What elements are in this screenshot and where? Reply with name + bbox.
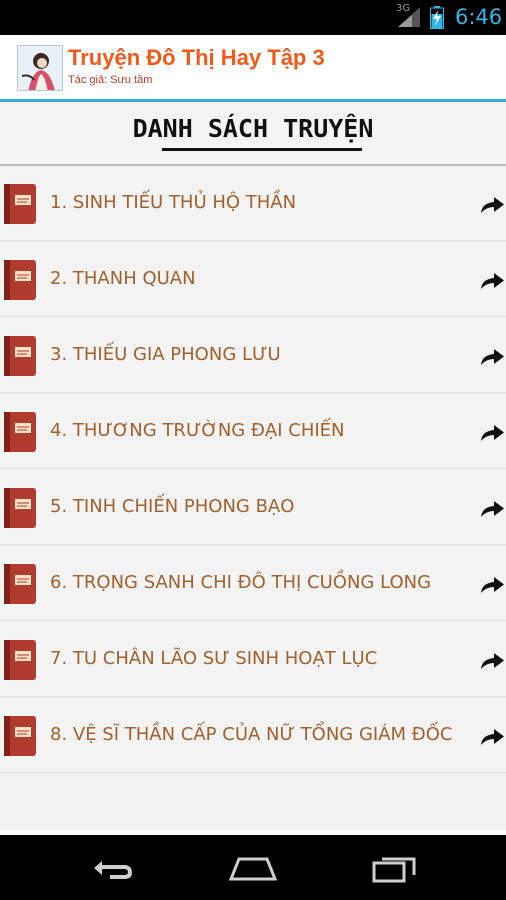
story-item-3[interactable]: 3. THIẾU GIA PHONG LƯU — [0, 318, 506, 393]
app-title: Truyện Đô Thị Hay Tập 3 — [68, 45, 325, 70]
signal-icon — [398, 7, 420, 27]
story-item-8[interactable]: 8. VỆ SĨ THẦN CẤP CỦA NỮ TỔNG GIÁM ĐỐC — [0, 698, 506, 773]
battery-charging-icon — [430, 6, 444, 29]
story-item-7[interactable]: 7. TU CHÂN LÃO SƯ SINH HOẠT LỤC — [0, 622, 506, 697]
recents-icon[interactable] — [370, 853, 420, 883]
book-icon — [4, 260, 36, 300]
book-icon — [4, 564, 36, 604]
book-icon — [4, 716, 36, 756]
story-item-2[interactable]: 2. THANH QUAN — [0, 242, 506, 317]
clock: 6:46 — [455, 5, 503, 29]
book-icon — [4, 184, 36, 224]
home-icon[interactable] — [228, 853, 278, 883]
story-title: 3. THIẾU GIA PHONG LƯU — [50, 344, 281, 365]
story-title: 8. VỆ SĨ THẦN CẤP CỦA NỮ TỔNG GIÁM ĐỐC — [50, 724, 453, 745]
story-item-1[interactable]: 1. SINH TIẾU THỦ HỘ THẦN — [0, 166, 506, 241]
arrow-forward-icon[interactable] — [478, 422, 506, 444]
arrow-forward-icon[interactable] — [478, 650, 506, 672]
section-heading: DANH SÁCH TRUYỆN — [132, 114, 374, 143]
arrow-forward-icon[interactable] — [478, 498, 506, 520]
story-item-5[interactable]: 5. TINH CHIẾN PHONG BẠO — [0, 470, 506, 545]
story-title: 2. THANH QUAN — [50, 268, 196, 289]
book-icon — [4, 640, 36, 680]
navigation-bar — [0, 835, 506, 900]
book-icon — [4, 412, 36, 452]
arrow-forward-icon[interactable] — [478, 270, 506, 292]
story-title: 6. TRỌNG SANH CHI ĐÔ THỊ CUỒNG LONG — [50, 572, 432, 593]
story-item-4[interactable]: 4. THƯƠNG TRƯỜNG ĐẠI CHIẾN — [0, 394, 506, 469]
book-icon — [4, 336, 36, 376]
arrow-forward-icon[interactable] — [478, 574, 506, 596]
author-subtitle: Tác giả: Sưu tầm — [68, 74, 153, 86]
story-list: 1. SINH TIẾU THỦ HỘ THẦN 2. THANH QUAN 3… — [0, 166, 506, 830]
section-heading-bar: DANH SÁCH TRUYỆN — [0, 102, 506, 164]
status-bar: 3G 6:46 — [0, 0, 506, 35]
story-title: 5. TINH CHIẾN PHONG BẠO — [50, 496, 295, 517]
book-cover-avatar-icon — [17, 45, 63, 91]
arrow-forward-icon[interactable] — [478, 194, 506, 216]
arrow-forward-icon[interactable] — [478, 726, 506, 748]
heading-underline — [162, 148, 362, 151]
arrow-forward-icon[interactable] — [478, 346, 506, 368]
back-icon[interactable] — [88, 853, 138, 883]
story-title: 4. THƯƠNG TRƯỜNG ĐẠI CHIẾN — [50, 420, 345, 441]
app-header: Truyện Đô Thị Hay Tập 3 Tác giả: Sưu tầm — [0, 35, 506, 99]
story-item-6[interactable]: 6. TRỌNG SANH CHI ĐÔ THỊ CUỒNG LONG — [0, 546, 506, 621]
book-icon — [4, 488, 36, 528]
story-title: 1. SINH TIẾU THỦ HỘ THẦN — [50, 192, 297, 213]
story-title: 7. TU CHÂN LÃO SƯ SINH HOẠT LỤC — [50, 648, 378, 669]
